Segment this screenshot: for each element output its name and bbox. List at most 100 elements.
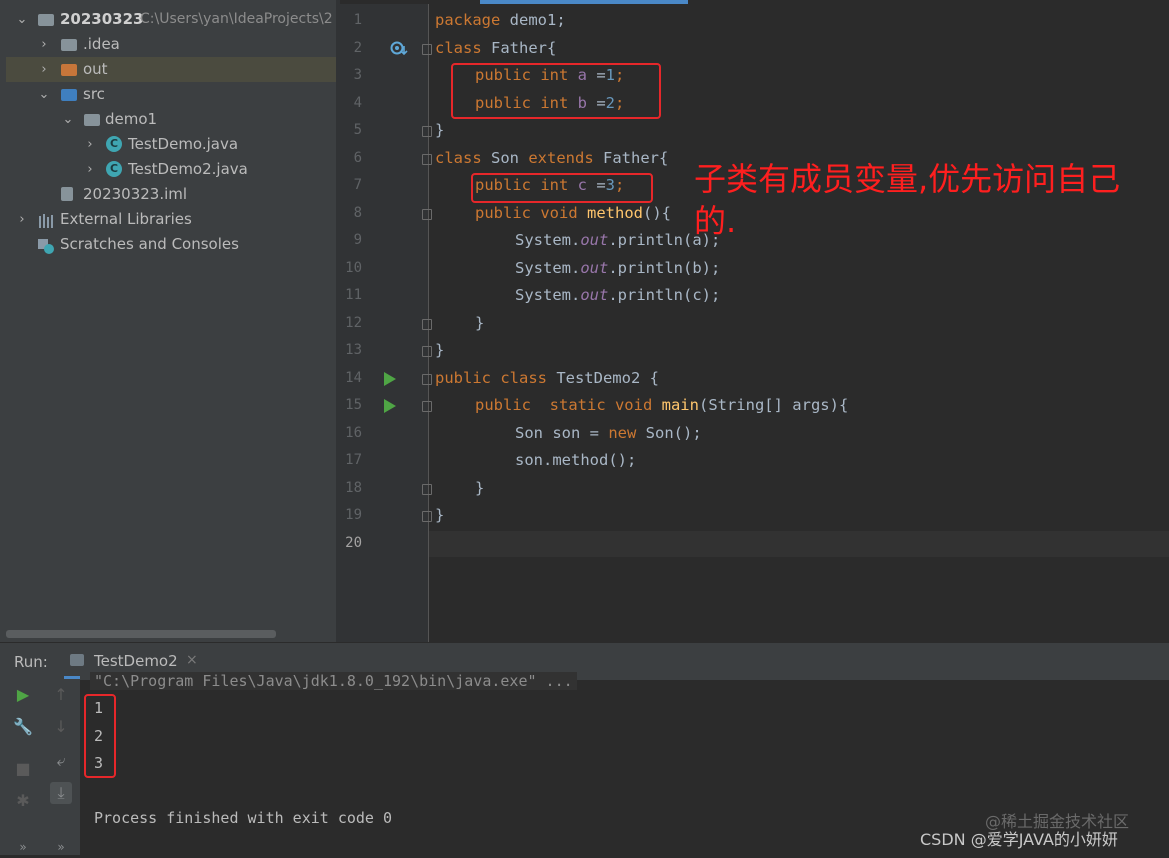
run-tab-label: TestDemo2 bbox=[94, 652, 178, 670]
code-text: Son son = bbox=[515, 424, 609, 442]
tree-item-external-libraries[interactable]: › External Libraries bbox=[6, 207, 336, 232]
code-text: demo1; bbox=[500, 11, 566, 29]
tree-item-out[interactable]: › out bbox=[6, 57, 336, 82]
fold-icon[interactable] bbox=[422, 374, 432, 385]
current-line-highlight bbox=[429, 531, 1169, 557]
fold-icon[interactable] bbox=[422, 401, 432, 412]
fold-icon[interactable] bbox=[422, 126, 432, 137]
code-text: } bbox=[475, 479, 485, 497]
line-number: 5 bbox=[353, 122, 362, 138]
code-line[interactable]: Son son = new Son(); bbox=[515, 424, 702, 442]
code-line[interactable]: } bbox=[435, 121, 444, 139]
code-line[interactable]: package demo1; bbox=[435, 11, 566, 29]
fold-icon[interactable] bbox=[422, 44, 432, 55]
keyword: extends bbox=[528, 149, 594, 167]
code-line[interactable]: } bbox=[435, 341, 444, 359]
java-class-icon: C bbox=[106, 136, 122, 152]
chevron-right-icon[interactable]: › bbox=[82, 157, 98, 182]
tree-item-label: External Libraries bbox=[60, 210, 192, 228]
line-number: 13 bbox=[345, 342, 362, 358]
annotation-box-son-field bbox=[471, 173, 653, 203]
chevron-down-icon[interactable]: ⌄ bbox=[14, 7, 30, 32]
code-line[interactable]: son.method(); bbox=[515, 451, 636, 469]
tree-item-root-path: C:\Users\yan\IdeaProjects\2 bbox=[140, 11, 333, 27]
fold-icon[interactable] bbox=[422, 209, 432, 220]
chevron-down-icon[interactable]: ⌄ bbox=[60, 107, 76, 132]
code-line[interactable]: } bbox=[475, 479, 484, 497]
chevron-right-icon[interactable]: › bbox=[82, 132, 98, 157]
tree-item-idea[interactable]: › .idea bbox=[6, 32, 336, 57]
editor-tab-underline bbox=[480, 0, 688, 4]
wrench-icon[interactable]: 🔧 bbox=[12, 716, 34, 738]
tree-item-iml[interactable]: 20230323.iml bbox=[6, 182, 336, 207]
line-number: 11 bbox=[345, 287, 362, 303]
code-text: .println(b); bbox=[608, 259, 721, 277]
chevron-right-icon[interactable]: › bbox=[14, 207, 30, 232]
tree-item-testdemo[interactable]: › C TestDemo.java bbox=[6, 132, 336, 157]
code-text: Son bbox=[481, 149, 529, 167]
tree-item-src[interactable]: ⌄ src bbox=[6, 82, 336, 107]
line-number: 9 bbox=[353, 232, 362, 248]
fold-icon[interactable] bbox=[422, 319, 432, 330]
console-finish-line: Process finished with exit code 0 bbox=[94, 809, 393, 827]
code-line[interactable]: class Son extends Father{ bbox=[435, 149, 668, 167]
library-icon bbox=[38, 212, 54, 228]
tree-item-demo1[interactable]: ⌄ demo1 bbox=[6, 107, 336, 132]
code-line[interactable]: public class TestDemo2 { bbox=[435, 369, 659, 387]
run-main-icon[interactable] bbox=[384, 399, 396, 413]
tree-item-testdemo2[interactable]: › C TestDemo2.java bbox=[6, 157, 336, 182]
method-name: main bbox=[652, 396, 699, 414]
line-number: 1 bbox=[353, 12, 362, 28]
code-line[interactable]: public static void main(String[] args){ bbox=[475, 396, 848, 414]
tree-item-root[interactable]: ⌄ 20230323 C:\Users\yan\IdeaProjects\2 bbox=[6, 7, 336, 32]
method-name: method bbox=[577, 204, 643, 222]
code-text: System. bbox=[515, 286, 581, 304]
line-number: 16 bbox=[345, 425, 362, 441]
static-field: out bbox=[580, 231, 609, 249]
tree-item-scratches[interactable]: Scratches and Consoles bbox=[6, 232, 336, 257]
package-icon bbox=[84, 112, 100, 127]
annotation-text: 子类有成员变量,优先访问自己的. bbox=[694, 160, 1121, 240]
project-horizontal-scrollbar[interactable] bbox=[6, 630, 276, 638]
code-line[interactable]: class Father{ bbox=[435, 39, 556, 57]
line-number: 18 bbox=[345, 480, 362, 496]
soft-wrap-icon[interactable]: ⤶ bbox=[50, 750, 72, 772]
code-text: .println(c); bbox=[608, 286, 721, 304]
console-command: "C:\Program Files\Java\jdk1.8.0_192\bin\… bbox=[90, 672, 577, 690]
keyword: package bbox=[435, 11, 501, 29]
up-arrow-icon[interactable]: ↑ bbox=[50, 684, 72, 706]
debug-icon[interactable]: ✱ bbox=[12, 790, 34, 812]
fold-icon[interactable] bbox=[422, 346, 432, 357]
keyword: public static void bbox=[475, 396, 653, 414]
tab-testdemo2[interactable]: TestDemo2 × bbox=[64, 643, 198, 679]
code-line[interactable]: } bbox=[435, 506, 444, 524]
code-line[interactable]: } bbox=[475, 314, 484, 332]
fold-icon[interactable] bbox=[422, 511, 432, 522]
stop-icon[interactable]: ■ bbox=[12, 758, 34, 780]
close-icon[interactable]: × bbox=[186, 652, 198, 668]
fold-icon[interactable] bbox=[422, 154, 432, 165]
keyword: class bbox=[435, 39, 482, 57]
scratches-icon bbox=[38, 237, 54, 254]
line-number: 17 bbox=[345, 452, 362, 468]
line-number: 2 bbox=[353, 40, 362, 56]
code-line[interactable]: System.out.println(a); bbox=[515, 231, 720, 249]
down-arrow-icon[interactable]: ↓ bbox=[50, 716, 72, 738]
annotation-box-father-fields bbox=[451, 63, 661, 119]
scroll-to-end-icon[interactable]: ⤓ bbox=[50, 782, 72, 804]
rerun-icon[interactable]: ▶ bbox=[12, 684, 34, 706]
implemented-icon[interactable] bbox=[390, 41, 408, 57]
code-text: TestDemo2 { bbox=[546, 369, 659, 387]
fold-icon[interactable] bbox=[422, 484, 432, 495]
run-class-icon[interactable] bbox=[384, 372, 396, 386]
chevron-right-icon[interactable]: › bbox=[36, 32, 52, 57]
chevron-down-icon[interactable]: ⌄ bbox=[36, 82, 52, 107]
tree-item-label: Scratches and Consoles bbox=[60, 235, 239, 253]
code-line[interactable]: System.out.println(c); bbox=[515, 286, 720, 304]
line-number: 14 bbox=[345, 370, 362, 386]
annotation-box-output bbox=[84, 694, 116, 778]
static-field: out bbox=[580, 259, 609, 277]
code-line[interactable]: System.out.println(b); bbox=[515, 259, 720, 277]
code-line[interactable]: public void method(){ bbox=[475, 204, 671, 222]
chevron-right-icon[interactable]: › bbox=[36, 57, 52, 82]
